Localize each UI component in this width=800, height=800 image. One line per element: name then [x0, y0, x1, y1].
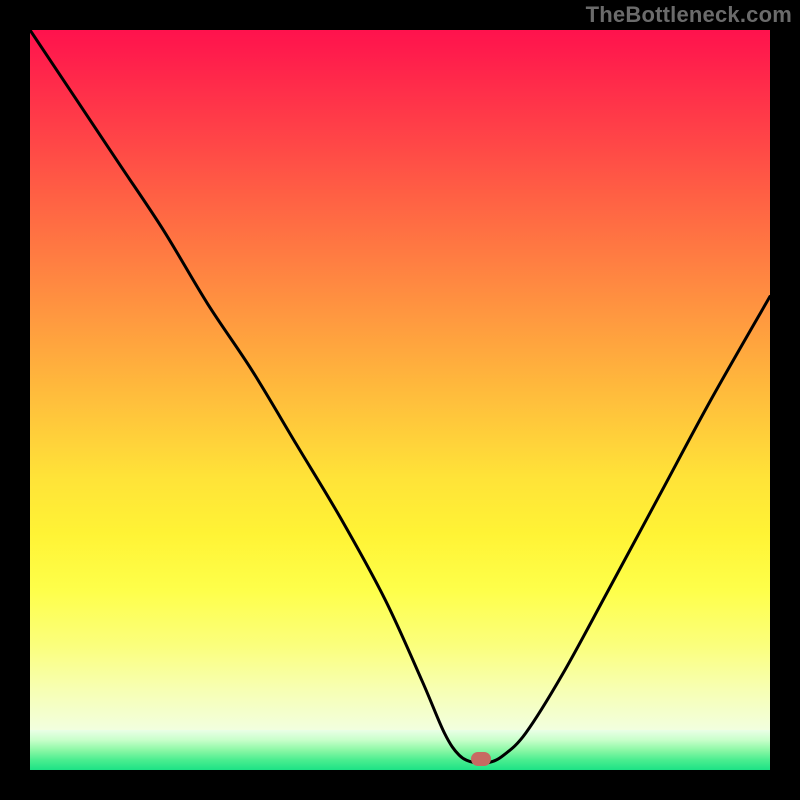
- bottleneck-curve: [30, 30, 770, 770]
- curve-path: [30, 30, 770, 764]
- watermark-text: TheBottleneck.com: [586, 2, 792, 28]
- min-marker: [471, 752, 491, 766]
- chart-frame: TheBottleneck.com: [0, 0, 800, 800]
